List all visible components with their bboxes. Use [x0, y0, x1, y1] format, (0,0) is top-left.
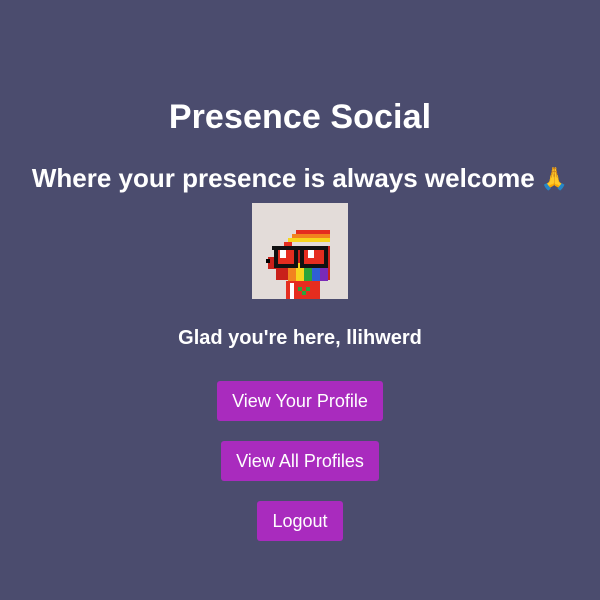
- landing-page: Presence Social Where your presence is a…: [0, 0, 600, 600]
- pixel-avatar-icon: [252, 203, 348, 299]
- tagline-text: Where your presence is always welcome: [31, 163, 535, 193]
- tagline: Where your presence is always welcome 🙏: [32, 163, 568, 194]
- view-all-profiles-button[interactable]: View All Profiles: [221, 441, 379, 481]
- praying-hands-icon: 🙏: [540, 166, 569, 191]
- view-your-profile-button[interactable]: View Your Profile: [217, 381, 383, 421]
- logout-button[interactable]: Logout: [257, 501, 343, 541]
- greeting-text: Glad you're here, llihwerd: [178, 327, 422, 349]
- app-title: Presence Social: [168, 98, 432, 136]
- avatar: [252, 203, 348, 299]
